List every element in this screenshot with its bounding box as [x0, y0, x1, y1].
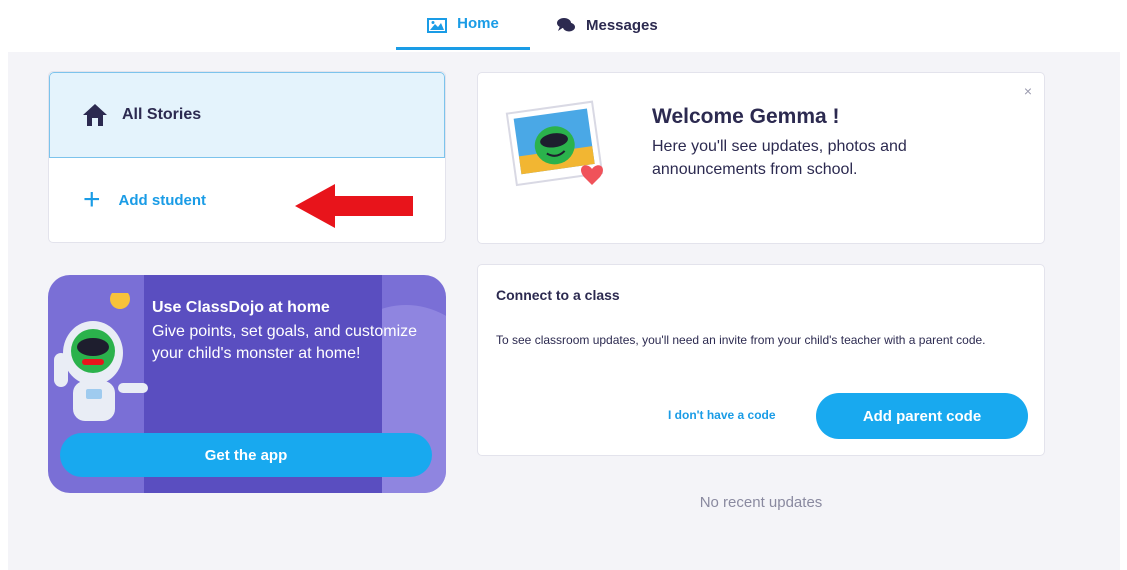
main-content: All Stories + Add student Use ClassDojo … [8, 52, 1120, 570]
no-code-link[interactable]: I don't have a code [668, 408, 776, 422]
plus-icon: + [83, 183, 101, 216]
home-icon [427, 17, 448, 33]
connect-body: To see classroom updates, you'll need an… [496, 333, 986, 347]
promo-text: Use ClassDojo at home Give points, set g… [152, 299, 442, 365]
tab-messages-label: Messages [586, 16, 658, 34]
red-arrow-annotation [295, 184, 413, 228]
tab-home-label: Home [457, 15, 499, 32]
tab-messages[interactable]: Messages [556, 0, 686, 50]
close-icon[interactable]: × [1024, 83, 1032, 99]
welcome-title: Welcome Gemma ! [652, 105, 840, 128]
add-student-label: Add student [118, 191, 207, 209]
all-stories-label: All Stories [122, 106, 202, 123]
welcome-body: Here you'll see updates, photos and anno… [652, 138, 907, 178]
monster-photo-illustration [505, 100, 604, 187]
all-stories-item[interactable]: All Stories [49, 72, 445, 158]
chat-bubbles-icon [557, 18, 575, 32]
no-updates-label: No recent updates [699, 494, 823, 511]
house-icon [83, 104, 107, 126]
welcome-text: Welcome Gemma ! Here you'll see updates,… [652, 105, 932, 181]
tab-home[interactable]: Home [396, 0, 530, 50]
welcome-card: × Welcome Gemma ! Here you'll see update… [477, 72, 1045, 244]
get-the-app-button[interactable]: Get the app [60, 433, 432, 477]
astronaut-monster-illustration [54, 293, 148, 421]
add-parent-code-button[interactable]: Add parent code [816, 393, 1028, 439]
top-navigation: Home Messages [0, 0, 1127, 50]
connect-title: Connect to a class [496, 287, 620, 303]
promo-title: Use ClassDojo at home [152, 299, 330, 316]
classdojo-home-promo: Use ClassDojo at home Give points, set g… [48, 275, 446, 493]
promo-body: Give points, set goals, and customize yo… [152, 323, 418, 362]
connect-class-card: Connect to a class To see classroom upda… [477, 264, 1045, 456]
stories-card: All Stories + Add student [48, 71, 446, 243]
